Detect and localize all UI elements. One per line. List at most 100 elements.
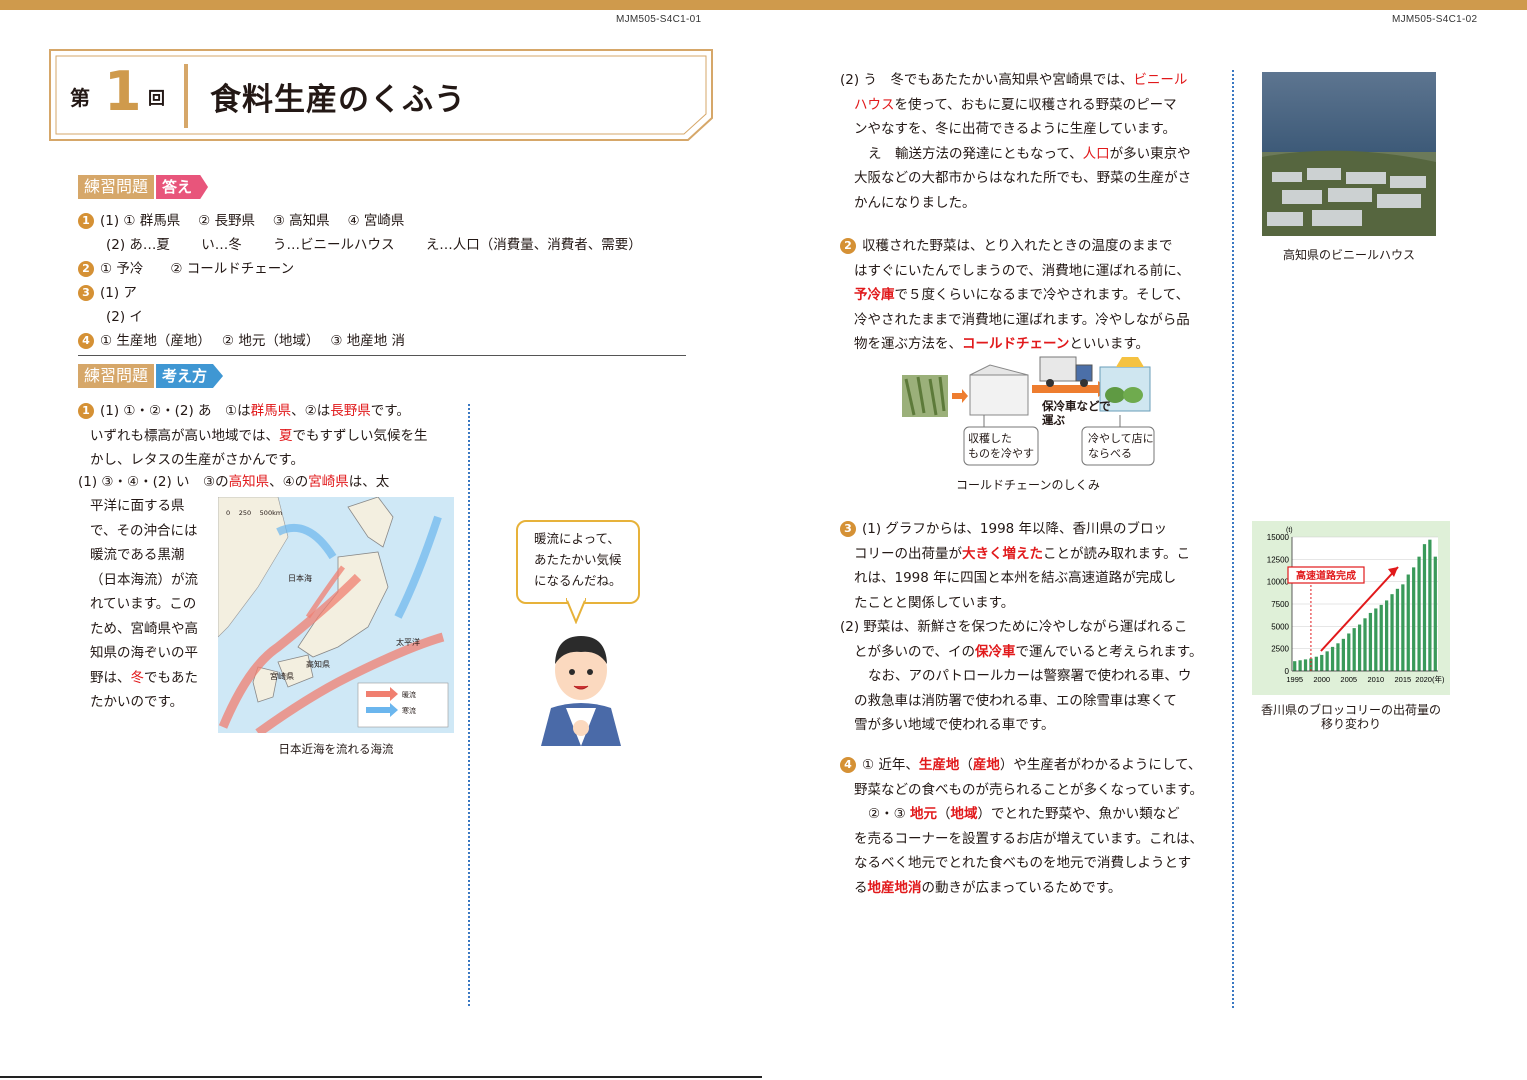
- chart-bar: [1303, 659, 1308, 671]
- answer-3-line1: 3 (1) ア: [78, 282, 137, 305]
- chart-bar: [1417, 556, 1421, 671]
- top-accent-bar: [0, 0, 1527, 10]
- cold-chain-caption: コールドチェーンのしくみ: [956, 478, 1100, 492]
- ocean-current-map: 0 250 500km 日本海 太平洋 高知県 宮崎県 暖流 寒流: [217, 496, 454, 737]
- chart-bar: [1379, 604, 1383, 671]
- page-code-left: MJM505-S4C1-01: [616, 14, 702, 25]
- chart-caption-line2: 移り変わり: [1320, 717, 1381, 731]
- answer-1-line2: (2) あ…夏 い…冬 う…ビニールハウス え…人口（消費量、消費者、需要）: [106, 237, 642, 253]
- chart-caption-line1: 香川県のブロッコリーの出荷量の: [1260, 703, 1441, 717]
- chart-bar: [1325, 651, 1329, 671]
- title-suffix: 回: [148, 89, 165, 109]
- chart-bar: [1428, 539, 1432, 671]
- right-q2: 2 収穫された野菜は、とり入れたときの温度のままで はすぐにいたんでしまうので、消…: [840, 234, 1190, 357]
- thinking-heading-label: 練習問題: [78, 364, 155, 388]
- column-divider-left: [468, 404, 470, 1006]
- page-title: 食料生産のくふう: [210, 82, 466, 118]
- callout-harvest-cool: 収穫した ものを冷やす: [968, 432, 1034, 460]
- chart-bar: [1352, 628, 1356, 671]
- photo-caption: 高知県のビニールハウス: [1282, 248, 1415, 262]
- chart-bar: [1374, 608, 1378, 671]
- chart-bar: [1336, 643, 1340, 671]
- map-caption: 日本近海を流れる海流: [278, 742, 394, 756]
- greenhouse-photo-graphic: [1262, 72, 1436, 236]
- bottom-rule: [0, 1076, 762, 1078]
- lesson-title-box: 第 1 回 食料生産のくふう: [48, 48, 714, 142]
- right-q3: 3 (1) グラフからは、1998 年以降、香川県のブロッ コリーの出荷量が大きく…: [840, 521, 1203, 733]
- thinking-q1-p1: 1 (1) ①・②・(2) あ ①は群馬県、②は長野県です。 いずれも標高が高い地…: [78, 399, 428, 473]
- answers-heading-label: 練習問題: [78, 175, 155, 199]
- chart-bar: [1412, 567, 1416, 671]
- chart-ytick-label: 7500: [1271, 600, 1289, 609]
- speech-bubble: 暖流によって、 あたたかい気候 になるんだね。: [516, 520, 640, 604]
- chart-bar: [1406, 574, 1410, 671]
- chart-bar: [1390, 594, 1394, 671]
- chart-svg: 0250050007500100001250015000(t)1995 2000 2…: [1267, 527, 1445, 684]
- chart-annotation-label: 高速道路完成: [1296, 569, 1356, 582]
- chart-bar: [1330, 646, 1335, 671]
- chart-bar: [1422, 544, 1427, 671]
- chart-bar: [1385, 600, 1389, 671]
- chart-xtick-label: 2010: [1367, 675, 1384, 684]
- answers-tag: 答え: [156, 175, 209, 199]
- chart-bar: [1401, 584, 1405, 671]
- chart-xtick-label: 1995: [1286, 675, 1303, 684]
- thinking-tag: 考え方: [156, 364, 224, 388]
- chart-ytick-label: 10000: [1267, 578, 1290, 587]
- map-scale: 0 250 500km: [226, 509, 283, 517]
- greenhouse-photo: [1262, 72, 1436, 236]
- chart-bar: [1347, 633, 1351, 671]
- map-label-pacific: 太平洋: [396, 638, 420, 647]
- column-divider-right: [1232, 70, 1234, 1008]
- lesson-number: 1: [104, 60, 142, 123]
- answer-2-line: 2① 予冷 ② コールドチェーン: [78, 258, 294, 281]
- chart-bar: [1395, 588, 1400, 671]
- chart-bar: [1298, 660, 1302, 671]
- page-code-right: MJM505-S4C1-02: [1392, 14, 1478, 25]
- chart-bar: [1368, 612, 1373, 671]
- chart-ytick-label: 5000: [1271, 622, 1289, 631]
- boy-character-illustration: [541, 636, 621, 746]
- map-label-kochi: 高知県: [306, 660, 330, 669]
- thinking-q1-p2: (1) ③・④・(2) い ③の高知県、④の宮崎県は、太: [78, 474, 390, 490]
- section-divider: [78, 355, 686, 356]
- right-q4: 4① 近年、生産地（産地）や生産者がわかるようにして、 野菜などの食べものが売ら…: [840, 753, 1203, 900]
- answer-1-line1: 1 (1) ① 群馬県 ② 長野県 ③ 高知県 ④ 宮崎県: [78, 210, 404, 233]
- chart-bar: [1320, 654, 1324, 671]
- answers-heading: 練習問題 答え: [78, 175, 209, 199]
- callout-store-display: 冷やして店に ならべる: [1088, 432, 1154, 460]
- chart-xtick-label: 2000: [1313, 675, 1330, 684]
- chart-ytick-label: 12500: [1267, 555, 1290, 564]
- map-label-miyazaki: 宮崎県: [270, 672, 294, 681]
- chart-ytick-label: 15000: [1267, 533, 1290, 542]
- chart-bar: [1293, 661, 1297, 671]
- legend-cold: 寒流: [402, 707, 416, 715]
- number-badge: 3: [78, 285, 94, 301]
- chart-ytick-label: 2500: [1271, 645, 1289, 654]
- broccoli-shipment-chart: 0 2500 5000 7500 10000 12500 15000 (t) 1995 2000 2…: [1252, 521, 1450, 695]
- legend-warm: 暖流: [402, 691, 416, 699]
- answer-3-line2: (2) イ: [106, 309, 143, 325]
- cold-chain-diagram: 保冷車などで 運ぶ 収穫した ものを冷やす 冷やして店に ならべる: [900, 355, 1156, 467]
- chart-bar: [1357, 624, 1362, 671]
- right-q1-2-u: (2) う 冬でもあたたかい高知県や宮崎県では、ビニール ハウスを使って、おもに…: [840, 72, 1192, 211]
- number-badge: 2: [78, 261, 94, 277]
- map-label-sea-of-japan: 日本海: [288, 574, 312, 583]
- answer-4-line: 4① 生産地（産地） ② 地元（地域） ③ 地産地 消: [78, 330, 405, 353]
- chart-bar: [1363, 618, 1367, 671]
- chart-caption: 香川県のブロッコリーの出荷量の 移り変わり: [1252, 703, 1450, 731]
- number-badge: 1: [78, 213, 94, 229]
- chart-xtick-label: 2015: [1395, 675, 1412, 684]
- chart-unit-label: (t): [1286, 527, 1293, 534]
- thinking-q1-p2-body: 平洋に面する県 で、その沖合には 暖流である黒潮 （日本海流）が流 れています。…: [90, 498, 198, 710]
- title-prefix: 第: [70, 86, 90, 110]
- chart-bar: [1314, 656, 1318, 671]
- thinking-heading: 練習問題 考え方: [78, 364, 224, 388]
- chart-xtick-label: 2005: [1340, 675, 1357, 684]
- chart-bar: [1341, 638, 1345, 671]
- map-graphic: [217, 496, 454, 737]
- speech-bubble-tail: [566, 598, 586, 624]
- chart-xtick-label: 2020(年): [1415, 674, 1445, 684]
- number-badge: 4: [78, 333, 94, 349]
- chart-bar: [1433, 556, 1437, 671]
